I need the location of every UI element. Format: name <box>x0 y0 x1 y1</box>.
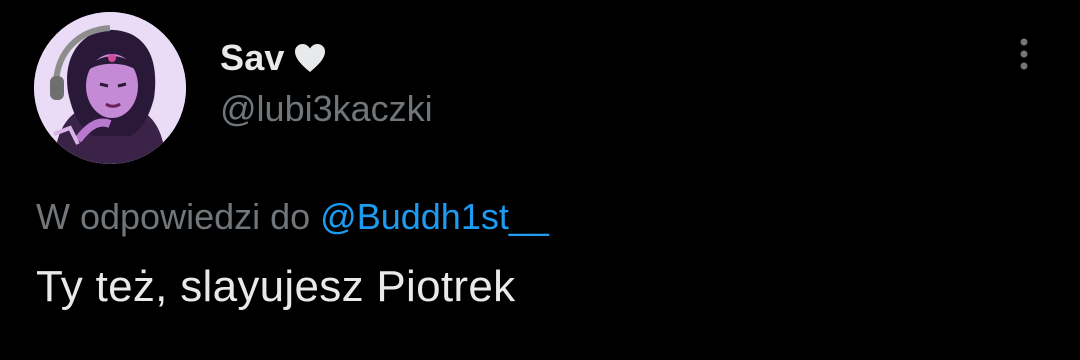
display-name[interactable]: Sav <box>220 37 285 79</box>
more-options-button[interactable] <box>1008 34 1040 74</box>
more-vertical-icon <box>1020 38 1028 70</box>
reply-prefix: W odpowiedzi do <box>36 196 311 237</box>
heart-icon <box>293 42 327 74</box>
author-handle[interactable]: @lubi3kaczki <box>220 88 433 130</box>
avatar[interactable] <box>34 12 186 164</box>
tweet-text: Ty też, slayujesz Piotrek <box>36 262 516 311</box>
tweet: Sav @lubi3kaczki W odpowiedzi do @Buddh1… <box>0 0 1080 360</box>
avatar-illustration <box>34 12 186 164</box>
reply-context: W odpowiedzi do @Buddh1st__ <box>36 196 549 238</box>
author-name-row[interactable]: Sav <box>220 34 327 82</box>
reply-mention-link[interactable]: @Buddh1st__ <box>320 196 549 237</box>
